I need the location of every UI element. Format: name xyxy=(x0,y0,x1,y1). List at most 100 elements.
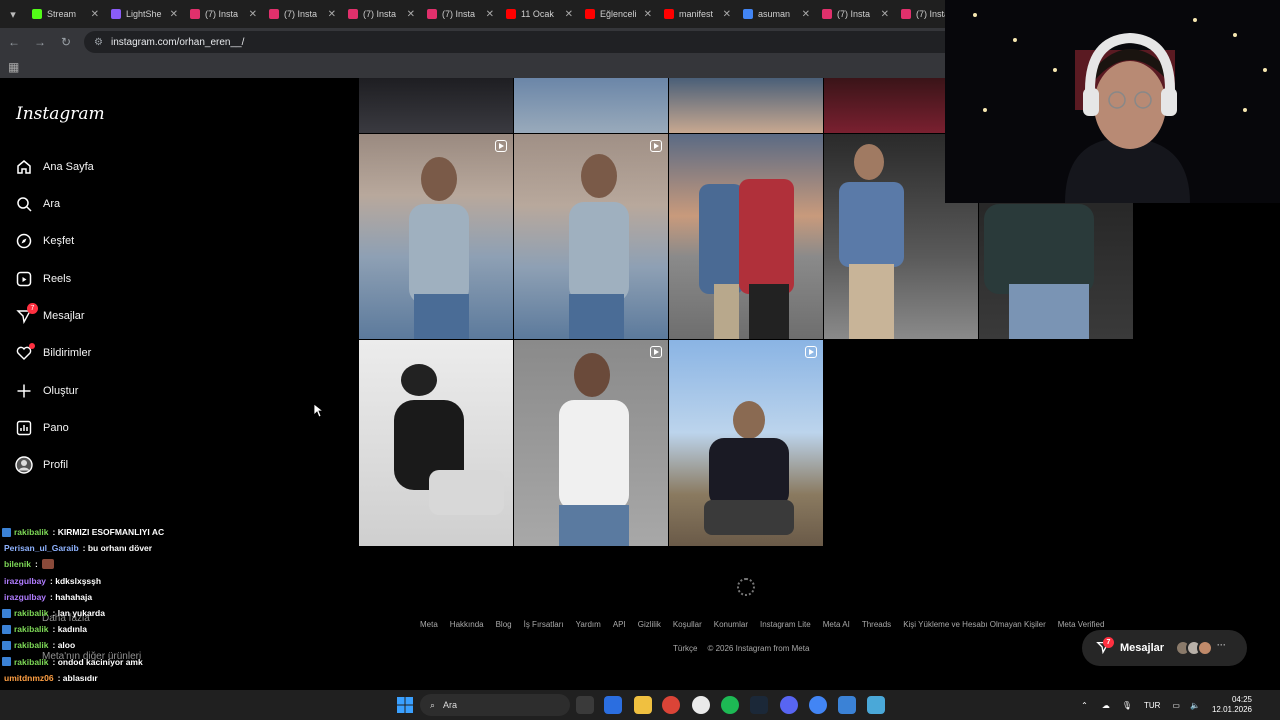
tab-close-icon[interactable]: ✕ xyxy=(802,9,810,20)
chat-message: rakibalik: aloo xyxy=(0,637,360,653)
onedrive-icon[interactable]: ☁ xyxy=(1102,701,1110,710)
chat-message: rakibalik: ondod kaciniyor amk xyxy=(0,654,360,670)
messages-floating-button[interactable]: 7 Mesajlar ··· xyxy=(1082,630,1247,666)
chrome-icon[interactable] xyxy=(662,696,680,714)
network-icon[interactable]: ▭ xyxy=(1172,701,1180,710)
browser-tab[interactable]: manifest ✕ xyxy=(658,0,737,28)
footer-link[interactable]: Yardım xyxy=(576,620,601,629)
openai-icon[interactable] xyxy=(692,696,710,714)
browser-tab[interactable]: Eğlenceli ✕ xyxy=(579,0,658,28)
post-tile[interactable] xyxy=(359,78,513,133)
footer-link[interactable]: Instagram Lite xyxy=(760,620,811,629)
browser-tab[interactable]: (7) Insta ✕ xyxy=(263,0,342,28)
nav-dashboard[interactable]: Pano xyxy=(14,413,69,443)
windows-taskbar: ⌕ Ara ⌃ ☁ 🎙 TUR ▭ 🔈 04:25 12.01.2026 xyxy=(0,690,1280,720)
app-icon[interactable] xyxy=(867,696,885,714)
post-tile[interactable] xyxy=(669,340,823,546)
tab-close-icon[interactable]: ✕ xyxy=(328,9,336,20)
chat-text: : KIRMIZI ESOFMANLIYI AC xyxy=(52,527,165,538)
nav-messages[interactable]: 7 Mesajlar xyxy=(14,301,85,331)
browser-tab[interactable]: (7) Insta ✕ xyxy=(816,0,895,28)
chat-message: rakibalik: kadınla xyxy=(0,621,360,637)
site-info-icon[interactable]: ⚙ xyxy=(94,37,103,48)
post-tile[interactable] xyxy=(514,340,668,546)
chat-text: : kadınla xyxy=(52,624,87,635)
notepad-icon[interactable] xyxy=(838,696,856,714)
tab-close-icon[interactable]: ✕ xyxy=(249,9,257,20)
footer-link[interactable]: Threads xyxy=(862,620,891,629)
store-icon[interactable] xyxy=(604,696,622,714)
browser-tab[interactable]: (7) Insta ✕ xyxy=(342,0,421,28)
start-button[interactable] xyxy=(396,696,414,714)
browser-tab[interactable]: LightShe ✕ xyxy=(105,0,184,28)
microphone-icon[interactable]: 🎙 xyxy=(1122,701,1132,710)
tab-close-icon[interactable]: ✕ xyxy=(407,9,415,20)
language-selector[interactable]: Türkçe xyxy=(673,644,697,653)
address-bar[interactable]: ⚙ instagram.com/orhan_eren__/ xyxy=(84,31,964,53)
footer-link[interactable]: Hakkında xyxy=(450,620,484,629)
clock[interactable]: 04:25 12.01.2026 xyxy=(1212,695,1252,715)
nav-explore-label: Keşfet xyxy=(43,235,75,247)
browser-tab[interactable]: (7) Insta ✕ xyxy=(184,0,263,28)
task-view-icon[interactable] xyxy=(576,696,594,714)
footer-link[interactable]: Meta Verified xyxy=(1058,620,1105,629)
tab-title: (7) Insta xyxy=(284,9,318,19)
footer-link[interactable]: Kişi Yükleme ve Hesabı Olmayan Kişiler xyxy=(903,620,1046,629)
nav-home[interactable]: Ana Sayfa xyxy=(14,152,94,182)
chat-message: irazgulbay: hahahaja xyxy=(0,589,360,605)
tab-close-icon[interactable]: ✕ xyxy=(170,9,178,20)
footer-link[interactable]: Meta AI xyxy=(823,620,850,629)
forward-arrow-icon[interactable]: → xyxy=(28,30,52,54)
post-tile[interactable] xyxy=(514,134,668,339)
footer-link[interactable]: Konumlar xyxy=(714,620,748,629)
browser-tab[interactable]: 11 Ocak ✕ xyxy=(500,0,579,28)
post-tile[interactable] xyxy=(669,78,823,133)
nav-search[interactable]: Ara xyxy=(14,189,60,219)
tab-favicon-icon xyxy=(190,9,200,19)
nav-reels[interactable]: Reels xyxy=(14,264,71,294)
volume-icon[interactable]: 🔈 xyxy=(1190,701,1200,710)
show-hidden-icons-icon[interactable]: ⌃ xyxy=(1081,701,1088,710)
chat-badge-icon xyxy=(2,640,11,650)
footer-link[interactable]: Koşullar xyxy=(673,620,702,629)
tab-close-icon[interactable]: ✕ xyxy=(486,9,494,20)
chrome-active-icon[interactable] xyxy=(809,696,827,714)
browser-tab[interactable]: Stream ✕ xyxy=(26,0,105,28)
browser-tab[interactable]: (7) Insta ✕ xyxy=(421,0,500,28)
reload-icon[interactable]: ↻ xyxy=(54,30,78,54)
tab-search-chevron-icon[interactable]: ▾ xyxy=(0,0,26,28)
footer-link[interactable]: Gizlilik xyxy=(638,620,661,629)
post-tile[interactable] xyxy=(669,134,823,339)
post-tile[interactable] xyxy=(359,134,513,339)
tab-close-icon[interactable]: ✕ xyxy=(91,9,99,20)
nav-profile[interactable]: Profil xyxy=(14,450,68,480)
back-arrow-icon[interactable]: ← xyxy=(2,30,26,54)
taskbar-search[interactable]: ⌕ Ara xyxy=(420,694,570,716)
apps-grid-icon[interactable]: ▦ xyxy=(8,60,19,74)
tab-close-icon[interactable]: ✕ xyxy=(644,9,652,20)
input-language[interactable]: TUR xyxy=(1144,701,1160,710)
nav-notifications[interactable]: Bildirimler xyxy=(14,338,91,368)
nav-create[interactable]: Oluştur xyxy=(14,376,78,406)
footer-link[interactable]: Blog xyxy=(496,620,512,629)
footer-link[interactable]: İş Fırsatları xyxy=(524,620,564,629)
discord-icon[interactable] xyxy=(780,696,798,714)
browser-tab[interactable]: asuman ✕ xyxy=(737,0,816,28)
instagram-logo[interactable]: Instagram xyxy=(16,104,105,124)
nav-explore[interactable]: Keşfet xyxy=(14,226,74,256)
footer-link[interactable]: Meta xyxy=(420,620,438,629)
copyright-text: © 2026 Instagram from Meta xyxy=(707,644,810,653)
tab-favicon-icon xyxy=(901,9,911,19)
tab-close-icon[interactable]: ✕ xyxy=(565,9,573,20)
file-explorer-icon[interactable] xyxy=(634,696,652,714)
post-tile[interactable] xyxy=(359,340,513,546)
tab-close-icon[interactable]: ✕ xyxy=(723,9,731,20)
spotify-icon[interactable] xyxy=(721,696,739,714)
post-tile[interactable] xyxy=(514,78,668,133)
avatar xyxy=(1197,640,1214,656)
footer-link[interactable]: API xyxy=(613,620,626,629)
steam-icon[interactable] xyxy=(750,696,768,714)
messages-pill-badge: 7 xyxy=(1103,636,1114,648)
nav-search-label: Ara xyxy=(43,198,61,210)
tab-close-icon[interactable]: ✕ xyxy=(881,9,889,20)
